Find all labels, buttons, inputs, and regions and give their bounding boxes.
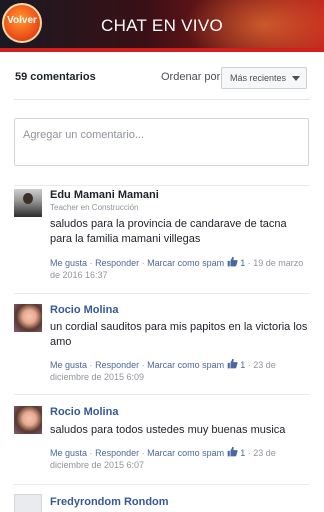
thumbs-up-icon: [227, 446, 238, 457]
header-stripe: [0, 48, 324, 52]
separator-dot: ·: [141, 258, 145, 268]
comment-body: Edu Mamani Mamani Teacher en Construcció…: [50, 189, 310, 281]
comment-actions: Me gusta · Responder · Marcar como spam …: [50, 446, 310, 471]
separator-dot: ·: [247, 448, 251, 458]
comment-body: Fredyrondom Rondom: [50, 494, 310, 508]
comment-item: Fredyrondom Rondom: [14, 494, 314, 512]
comment-item: Rocio Molina un cordial sauditos para mi…: [14, 304, 314, 389]
comment-input[interactable]: [15, 119, 308, 165]
thumbs-up-icon: [227, 256, 238, 267]
divider: [14, 99, 310, 100]
comment-item: Edu Mamani Mamani Teacher en Construcció…: [14, 189, 314, 284]
separator-dot: ·: [89, 258, 93, 268]
comment-actions: Me gusta · Responder · Marcar como spam …: [50, 256, 310, 281]
like-link[interactable]: Me gusta: [50, 360, 87, 370]
divider: [14, 185, 310, 186]
comment-actions: Me gusta · Responder · Marcar como spam …: [50, 358, 310, 383]
commenter-name[interactable]: Fredyrondom Rondom: [50, 496, 310, 508]
comment-body: Rocio Molina saludos para todos ustedes …: [50, 406, 310, 471]
comment-body: Rocio Molina un cordial sauditos para mi…: [50, 304, 310, 383]
separator-dot: ·: [89, 448, 93, 458]
commenter-subtitle: Teacher en Construcción: [50, 203, 139, 212]
avatar[interactable]: [14, 406, 42, 434]
commenter-name[interactable]: Rocio Molina: [50, 406, 310, 418]
comment-item: Rocio Molina saludos para todos ustedes …: [14, 406, 314, 476]
separator-dot: ·: [247, 258, 251, 268]
reply-link[interactable]: Responder: [95, 360, 139, 370]
thumbs-up-icon: [227, 358, 238, 369]
separator-dot: ·: [141, 448, 145, 458]
avatar[interactable]: [14, 494, 42, 512]
reply-link[interactable]: Responder: [95, 258, 139, 268]
commenter-name[interactable]: Rocio Molina: [50, 304, 310, 316]
like-count: 1: [240, 360, 246, 370]
separator-dot: ·: [89, 360, 93, 370]
commenter-name[interactable]: Edu Mamani Mamani: [50, 189, 310, 201]
comment-text: saludos para la provincia de candarave d…: [50, 218, 287, 245]
sort-dropdown[interactable]: Más recientes: [221, 67, 307, 89]
like-link[interactable]: Me gusta: [50, 258, 87, 268]
sort-dropdown-value: Más recientes: [230, 73, 287, 83]
app-header: Volver CHAT EN VIVO: [0, 0, 324, 52]
divider: [14, 394, 310, 395]
avatar[interactable]: [14, 189, 42, 217]
spam-link[interactable]: Marcar como spam: [147, 448, 224, 458]
separator-dot: ·: [141, 360, 145, 370]
avatar[interactable]: [14, 304, 42, 332]
comment-composer: [14, 118, 309, 166]
like-count: 1: [240, 448, 246, 458]
divider: [14, 484, 310, 485]
page-title: CHAT EN VIVO: [101, 16, 223, 35]
spam-link[interactable]: Marcar como spam: [147, 258, 224, 268]
like-link[interactable]: Me gusta: [50, 448, 87, 458]
spam-link[interactable]: Marcar como spam: [147, 360, 224, 370]
comment-text: saludos para todos ustedes muy buenas mu…: [50, 424, 286, 436]
sort-label: Ordenar por: [161, 71, 221, 83]
comment-count: 59 comentarios: [15, 71, 96, 83]
chevron-down-icon: [292, 76, 300, 81]
comment-text: un cordial sauditos para mis papitos en …: [50, 321, 308, 348]
divider: [14, 293, 310, 294]
reply-link[interactable]: Responder: [95, 448, 139, 458]
separator-dot: ·: [247, 360, 251, 370]
like-count: 1: [240, 258, 246, 268]
